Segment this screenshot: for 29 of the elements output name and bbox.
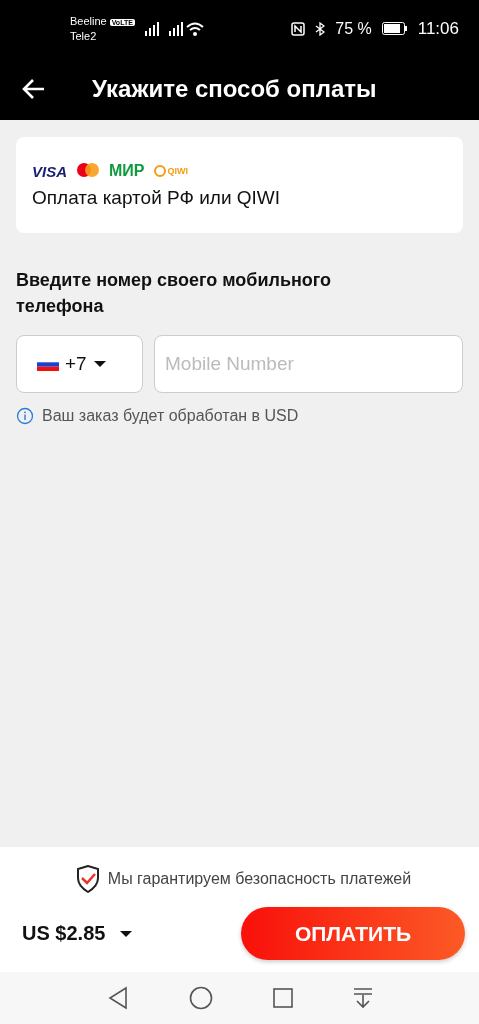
security-guarantee: Мы гарантируем безопасность платежей [107,870,412,888]
currency-note: Ваш заказ будет обработан в USD [42,407,299,426]
mobile-number-field[interactable]: Mobile Number [154,335,463,394]
caret-icon [92,360,107,369]
back-nav-icon[interactable] [106,986,129,1010]
payment-method-label: Оплата картой РФ или QIWI [32,187,282,209]
nfc-icon [291,21,306,36]
carrier-name: Tele2 [70,30,98,42]
country-code-dropdown[interactable]: +7 [16,335,143,394]
info-icon [16,407,34,426]
visa-logo: VISA [32,162,67,180]
clock: 11:06 [417,18,459,39]
mastercard-logo [75,162,101,180]
payment-method-card[interactable]: VISA МИР QIWI Оплата картой РФ или QIWI [16,137,463,233]
qiwi-logo: QIWI [152,164,188,178]
shield-check-icon [75,865,100,893]
page-title: Укажите способ оплаты [92,74,377,103]
back-button[interactable] [22,77,46,100]
total-price-dropdown[interactable]: US $2.85 [22,922,134,945]
mir-logo: МИР [109,162,145,180]
bluetooth-icon [315,21,326,36]
battery-percent: 75 % [335,19,372,38]
battery-icon [381,22,408,35]
pay-button[interactable]: ОПЛАТИТЬ [241,907,465,960]
notification-pull-icon[interactable] [352,987,373,1009]
caret-icon [119,929,134,938]
home-nav-icon[interactable] [188,986,213,1010]
phone-heading: Введите номер своего мобильного телефона [16,269,333,319]
recents-nav-icon[interactable] [272,988,293,1008]
